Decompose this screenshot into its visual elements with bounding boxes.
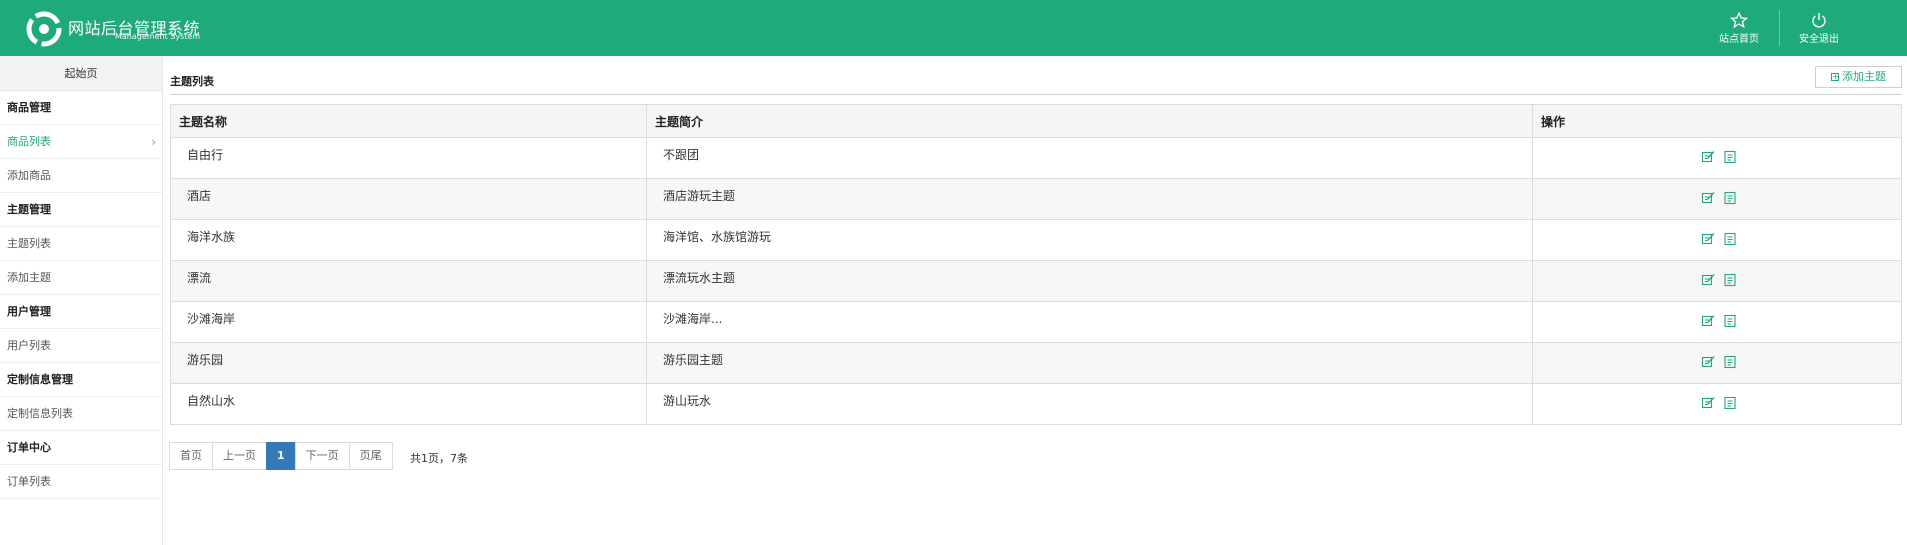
theme-table: 主题名称 主题简介 操作 自由行 不跟团 酒店 酒店游玩主题 海洋水族 海洋馆、水族馆游玩… [170, 104, 1902, 425]
cell-theme-desc: 游乐园主题 [646, 342, 1533, 384]
edit-icon[interactable] [1701, 314, 1715, 328]
sidebar-item-label: 商品列表 [7, 135, 51, 148]
add-theme-button[interactable]: + 添加主题 [1815, 66, 1902, 88]
delete-icon[interactable] [1723, 314, 1737, 328]
top-header: 网站后台管理系统 Management System 站点首页 安全退出 [0, 0, 1907, 56]
table-body: 自由行 不跟团 酒店 酒店游玩主题 海洋水族 海洋馆、水族馆游玩 漂流 漂流玩水主题 沙滩海岸沙… [170, 137, 1902, 425]
sidebar-item-product-list[interactable]: 商品列表 › [0, 125, 162, 159]
table-row: 自由行 不跟团 [170, 137, 1902, 179]
cell-theme-desc: 酒店游玩主题 [646, 178, 1533, 220]
logout-button[interactable]: 安全退出 [1789, 12, 1849, 46]
sidebar-item-custom-info-list[interactable]: 定制信息列表 [0, 397, 162, 431]
cell-theme-desc: 沙滩海岸... [646, 301, 1533, 343]
cell-actions [1532, 178, 1902, 220]
chevron-right-icon: › [151, 135, 156, 149]
column-header-actions: 操作 [1532, 104, 1902, 138]
cell-actions [1532, 383, 1902, 425]
edit-icon[interactable] [1701, 150, 1715, 164]
star-icon [1730, 12, 1748, 28]
edit-icon[interactable] [1701, 396, 1715, 410]
edit-icon[interactable] [1701, 355, 1715, 369]
page-title: 主题列表 [170, 75, 214, 88]
sidebar: 起始页 商品管理 商品列表 › 添加商品 主题管理 主题列表 添加主题 用户管理… [0, 56, 163, 545]
page-prev-button[interactable]: 上一页 [212, 442, 267, 470]
cell-theme-name: 酒店 [170, 178, 647, 220]
table-row: 沙滩海岸 沙滩海岸... [170, 301, 1902, 343]
sidebar-item-theme-list[interactable]: 主题列表 [0, 227, 162, 261]
sidebar-item-add-product[interactable]: 添加商品 [0, 159, 162, 193]
cell-theme-name: 游乐园 [170, 342, 647, 384]
cell-theme-name: 自然山水 [170, 383, 647, 425]
header-divider [1779, 10, 1780, 46]
pagination-info: 共1页，7条 [410, 452, 468, 465]
page-first-button[interactable]: 首页 [169, 442, 213, 470]
delete-icon[interactable] [1723, 273, 1737, 287]
cell-theme-desc: 海洋馆、水族馆游玩 [646, 219, 1533, 261]
cell-actions [1532, 301, 1902, 343]
sidebar-start-page[interactable]: 起始页 [0, 56, 162, 91]
delete-icon[interactable] [1723, 150, 1737, 164]
cell-actions [1532, 137, 1902, 179]
sidebar-group-custom-info: 定制信息管理 [0, 363, 162, 397]
cell-actions [1532, 219, 1902, 261]
table-row: 海洋水族 海洋馆、水族馆游玩 [170, 219, 1902, 261]
brand-subtitle: Management System [115, 32, 201, 41]
page-next-button[interactable]: 下一页 [294, 442, 350, 470]
edit-icon[interactable] [1701, 232, 1715, 246]
cell-theme-name: 海洋水族 [170, 219, 647, 261]
edit-icon[interactable] [1701, 273, 1715, 287]
power-icon [1812, 13, 1826, 28]
table-row: 酒店 酒店游玩主题 [170, 178, 1902, 220]
sidebar-group-products: 商品管理 [0, 91, 162, 125]
site-home-label: 站点首页 [1719, 34, 1759, 45]
edit-icon[interactable] [1701, 191, 1715, 205]
cell-actions [1532, 342, 1902, 384]
page-last-button[interactable]: 页尾 [348, 442, 393, 470]
page-current-button[interactable]: 1 [266, 442, 296, 470]
sidebar-group-users: 用户管理 [0, 295, 162, 329]
cell-theme-desc: 漂流玩水主题 [646, 260, 1533, 302]
table-row: 游乐园 游乐园主题 [170, 342, 1902, 384]
cell-theme-name: 自由行 [170, 137, 647, 179]
cell-theme-desc: 游山玩水 [646, 383, 1533, 425]
cell-theme-name: 漂流 [170, 260, 647, 302]
sidebar-item-user-list[interactable]: 用户列表 [0, 329, 162, 363]
delete-icon[interactable] [1723, 232, 1737, 246]
site-home-button[interactable]: 站点首页 [1709, 12, 1769, 46]
plus-icon: + [1831, 72, 1839, 81]
logo-icon [26, 11, 62, 47]
sidebar-item-order-list[interactable]: 订单列表 [0, 465, 162, 499]
column-header-name: 主题名称 [170, 104, 647, 138]
delete-icon[interactable] [1723, 355, 1737, 369]
delete-icon[interactable] [1723, 191, 1737, 205]
table-row: 自然山水 游山玩水 [170, 383, 1902, 425]
cell-theme-desc: 不跟团 [646, 137, 1533, 179]
sidebar-group-orders: 订单中心 [0, 431, 162, 465]
column-header-desc: 主题简介 [646, 104, 1533, 138]
delete-icon[interactable] [1723, 396, 1737, 410]
sidebar-item-add-theme[interactable]: 添加主题 [0, 261, 162, 295]
sidebar-group-themes: 主题管理 [0, 193, 162, 227]
add-theme-label: 添加主题 [1842, 70, 1886, 83]
logout-label: 安全退出 [1799, 34, 1839, 45]
pagination: 首页 上一页 1 下一页 页尾 [169, 442, 393, 470]
cell-actions [1532, 260, 1902, 302]
table-row: 漂流 漂流玩水主题 [170, 260, 1902, 302]
title-divider [170, 94, 1902, 95]
cell-theme-name: 沙滩海岸 [170, 301, 647, 343]
table-header-row: 主题名称 主题简介 操作 [170, 104, 1902, 138]
main-content: 主题列表 + 添加主题 主题名称 主题简介 操作 自由行 不跟团 酒店 酒店游玩主题 海洋… [169, 56, 1902, 545]
